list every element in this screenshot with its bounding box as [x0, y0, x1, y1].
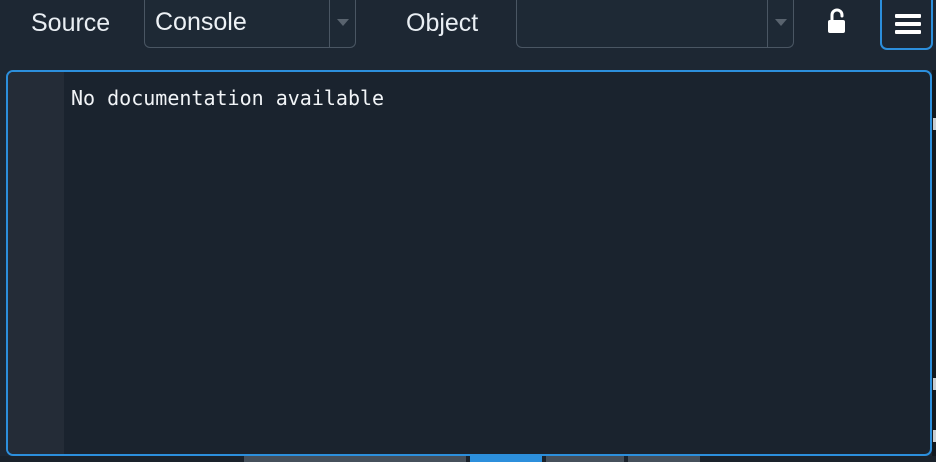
object-label: Object — [406, 9, 479, 37]
documentation-window: Source Console Object No documentation a… — [0, 0, 936, 462]
menu-button[interactable] — [880, 0, 933, 50]
chevron-down-icon[interactable] — [775, 19, 787, 26]
object-dropdown[interactable] — [516, 0, 794, 48]
dropdown-divider — [329, 0, 330, 47]
source-dropdown-value: Console — [155, 8, 247, 36]
bottom-tab[interactable] — [244, 456, 466, 462]
documentation-panel[interactable]: No documentation available — [6, 70, 932, 456]
bottom-tab[interactable] — [628, 456, 700, 462]
chevron-down-icon[interactable] — [337, 19, 349, 26]
bottom-tab-active[interactable] — [470, 456, 542, 462]
bottom-tab-strip — [0, 456, 936, 462]
source-dropdown[interactable]: Console — [144, 0, 356, 48]
line-gutter — [8, 72, 64, 454]
source-label: Source — [31, 9, 111, 37]
bottom-tab[interactable] — [546, 456, 624, 462]
unlocked-padlock-icon — [828, 8, 845, 33]
toolbar: Source Console Object — [0, 0, 936, 64]
right-edge — [932, 70, 936, 456]
lock-toggle-button[interactable] — [823, 6, 853, 36]
documentation-text: No documentation available — [71, 86, 385, 110]
dropdown-divider — [767, 0, 768, 47]
hamburger-menu-icon — [895, 14, 921, 34]
